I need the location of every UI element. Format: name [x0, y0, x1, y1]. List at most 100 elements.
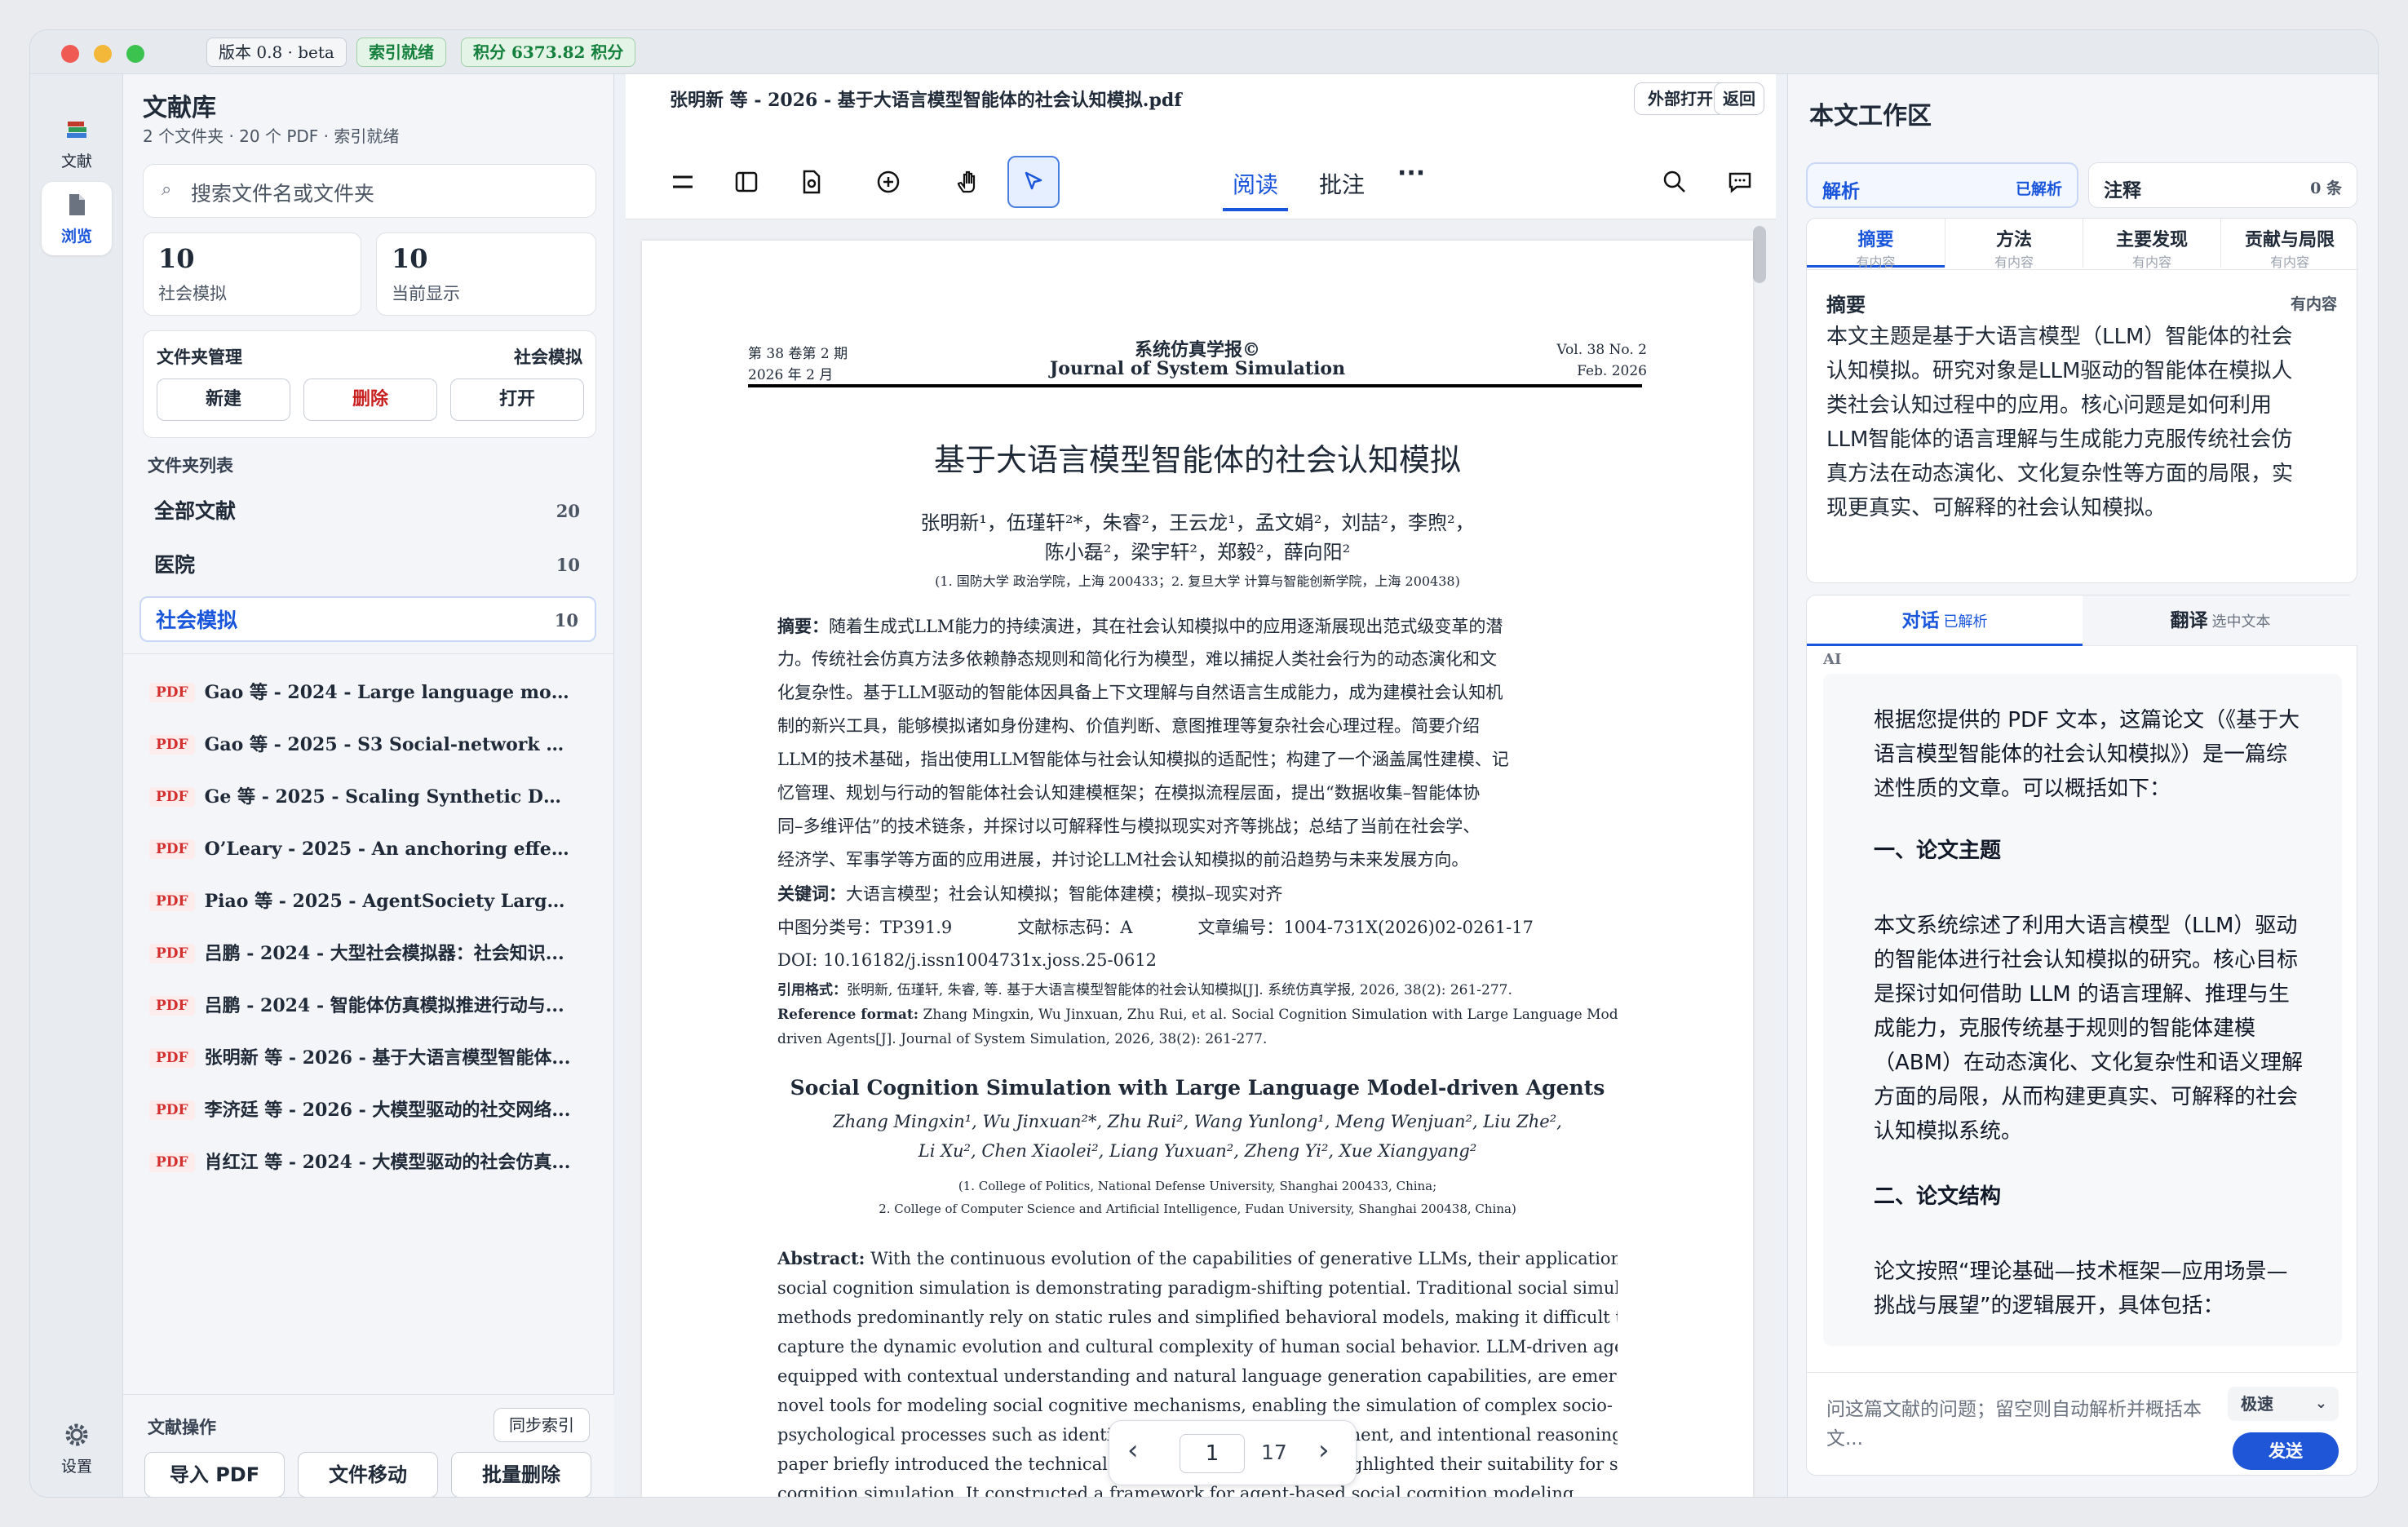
comment-tool[interactable] — [1714, 156, 1766, 208]
file-item[interactable]: PDF Gao 等 - 2024 - Large language models … — [149, 676, 590, 709]
folder-list-title: 文件夹列表 — [148, 456, 233, 476]
file-name: O’Leary - 2025 - An anchoring effect in … — [204, 839, 572, 860]
file-item[interactable]: PDF Piao 等 - 2025 - AgentSociety Large-Sc… — [149, 885, 590, 918]
subtab-label: 方法 — [1995, 230, 2032, 250]
send-button[interactable]: 发送 — [2233, 1432, 2339, 1470]
rail-library[interactable]: 文献 — [42, 107, 112, 180]
search-input[interactable]: 搜索文件名或文件夹 — [191, 178, 374, 207]
add-tool[interactable] — [862, 156, 914, 208]
summary-line: 真方法在动态演化、文化复杂性等方面的局限，实 — [1826, 462, 2294, 486]
tab-chat-label: 对话 — [1901, 610, 1940, 631]
move-file-button[interactable]: 文件移动 — [298, 1452, 438, 1497]
abstract-label: 摘要： — [777, 616, 829, 636]
sync-index-button[interactable]: 同步索引 — [494, 1408, 590, 1442]
subtab-findings[interactable]: 主要发现 有内容 — [2083, 219, 2220, 270]
file-item[interactable]: PDF Ge 等 - 2025 - Scaling Synthetic Data … — [149, 781, 590, 813]
bulk-delete-button[interactable]: 批量删除 — [451, 1452, 591, 1497]
gear-icon — [65, 1423, 88, 1446]
mode-select[interactable]: 极速 ⌄ — [2228, 1387, 2339, 1421]
pdf-tag: PDF — [149, 892, 195, 911]
rail-browse-label: 浏览 — [60, 228, 92, 246]
abstract-cn-line: 力。传统社会仿真方法多依赖静态规则和简化行为模型，难以捕捉人类社会行为的动态演化… — [777, 649, 1497, 669]
pdf-tag: PDF — [149, 839, 195, 859]
pan-tool[interactable] — [942, 156, 994, 208]
summary-status: 有内容 — [2290, 295, 2337, 313]
header-right-2: Feb. 2026 — [1577, 363, 1647, 379]
new-folder-button[interactable]: 新建 — [157, 378, 290, 421]
maximize-window-button[interactable] — [126, 45, 144, 63]
chat-input[interactable]: 问这篇文献的问题；留空则自动解析并概括本文... — [1826, 1395, 2210, 1454]
subtab-summary[interactable]: 摘要 有内容 — [1807, 219, 1945, 270]
folder-name: 社会模拟 — [156, 609, 238, 632]
search-tool[interactable] — [1649, 156, 1701, 208]
viewer-scrollbar[interactable] — [1753, 226, 1766, 283]
rail-settings[interactable]: 设置 — [42, 1412, 112, 1485]
keywords: 大语言模型；社会认知模拟；智能体建模；模拟–现实对齐 — [846, 884, 1283, 904]
file-item[interactable]: PDF Gao 等 - 2025 - S3 Social-network Simu… — [149, 728, 590, 761]
file-item[interactable]: PDF O’Leary - 2025 - An anchoring effect … — [149, 833, 590, 865]
summary-text: 本文主题是基于大语言模型（LLM）智能体的社会 认知模拟。研究对象是LLM驱动的… — [1826, 320, 2293, 525]
file-item[interactable]: PDF 肖红江 等 - 2024 - 大模型驱动的社会仿真... — [149, 1146, 590, 1179]
file-item[interactable]: PDF 李济廷 等 - 2026 - 大模型驱动的社交网络... — [149, 1094, 590, 1126]
affiliation-en-2: 2. College of Computer Science and Artif… — [879, 1202, 1516, 1216]
tab-read[interactable]: 阅读 — [1233, 167, 1278, 200]
authors-en-2: Li Xu², Chen Xiaolei², Liang Yuxuan², Zh… — [918, 1141, 1477, 1161]
doc-settings-tool[interactable] — [786, 156, 838, 208]
page-number-input[interactable]: 1 — [1180, 1434, 1245, 1473]
close-window-button[interactable] — [61, 45, 79, 63]
doc-code: 文献标志码：A — [1017, 918, 1133, 937]
tab-chat[interactable]: 对话 已解析 — [1807, 595, 2083, 646]
pdf-tag: PDF — [149, 735, 195, 755]
stat-label: 社会模拟 — [158, 284, 227, 303]
back-button[interactable]: 返回 — [1714, 82, 1764, 115]
folder-item-hospital[interactable]: 医院 10 — [139, 542, 596, 588]
sidebar-icon — [735, 171, 758, 193]
tab-parse-label: 解析 — [1822, 181, 1860, 202]
folder-count: 20 — [556, 501, 580, 521]
file-name: 吕鹏 - 2024 - 大型社会模拟器：社会知识... — [204, 943, 564, 964]
chat-bubble-icon — [1729, 172, 1751, 193]
file-item[interactable]: PDF 吕鹏 - 2024 - 智能体仿真模拟推进行动与... — [149, 989, 590, 1022]
file-item[interactable]: PDF 张明新 等 - 2026 - 基于大语言模型智能体... — [149, 1042, 590, 1074]
header-right-1: Vol. 38 No. 2 — [1556, 342, 1647, 358]
tab-parse[interactable]: 解析 已解析 — [1806, 162, 2078, 208]
plus-circle-icon — [877, 170, 900, 193]
prev-page-button[interactable]: ‹ — [1127, 1434, 1139, 1467]
workspace-panel: 本文工作区 解析 已解析 注释 0 条 摘要 有内容 方法 有内容 主要发现 有内容 … — [1787, 74, 2378, 1497]
file-name: Gao 等 - 2024 - Large language models e..… — [204, 682, 572, 703]
menu-tool[interactable] — [657, 156, 709, 208]
subtab-label: 贡献与局限 — [2244, 230, 2335, 250]
more-button[interactable]: ··· — [1397, 159, 1425, 188]
folder-item-all[interactable]: 全部文献 20 — [139, 489, 596, 534]
import-pdf-button[interactable]: 导入 PDF — [144, 1452, 285, 1497]
chat-line: 方面的局限，从而构建更真实、可解释的社会 — [1874, 1085, 2299, 1109]
menu-icon — [673, 175, 693, 188]
chat-line: （ABM）在动态演化、文化复杂性和语义理解 — [1874, 1051, 2304, 1075]
rail-browse[interactable]: 浏览 — [42, 182, 112, 255]
workspace-title: 本文工作区 — [1809, 102, 1932, 131]
minimize-window-button[interactable] — [94, 45, 112, 63]
subtab-method[interactable]: 方法 有内容 — [1945, 219, 2083, 270]
file-name: 吕鹏 - 2024 - 智能体仿真模拟推进行动与... — [204, 995, 564, 1016]
tab-annotate[interactable]: 批注 — [1319, 167, 1365, 200]
cite-label: 引用格式： — [777, 982, 847, 998]
abstract-cn-line: 制的新兴工具，能够模拟诸如身份建构、价值判断、意图推理等复杂社会心理过程。简要介… — [777, 716, 1480, 736]
file-item[interactable]: PDF 吕鹏 - 2024 - 大型社会模拟器：社会知识... — [149, 937, 590, 970]
delete-folder-button[interactable]: 删除 — [303, 378, 437, 421]
open-folder-button[interactable]: 打开 — [450, 378, 584, 421]
tab-read-indicator — [1223, 208, 1288, 211]
pdf-tag: PDF — [149, 944, 195, 963]
library-search[interactable]: ⌕ 搜索文件名或文件夹 — [143, 164, 596, 218]
summary-line: 类社会认知过程中的应用。核心问题是如何利用 — [1826, 393, 2273, 418]
sidebar-tool[interactable] — [720, 156, 772, 208]
subtab-contrib[interactable]: 贡献与局限 有内容 — [2220, 219, 2358, 270]
tab-notes[interactable]: 注释 0 条 — [2088, 162, 2357, 208]
index-status-badge: 索引就绪 — [356, 38, 446, 67]
tab-translate[interactable]: 翻译 选中文本 — [2083, 595, 2358, 646]
folder-item-social-sim[interactable]: 社会模拟 10 — [139, 596, 596, 642]
total-pages: 17 — [1261, 1441, 1287, 1464]
next-page-button[interactable]: › — [1318, 1434, 1330, 1467]
open-external-button[interactable]: 外部打开 — [1634, 82, 1727, 115]
select-tool[interactable] — [1007, 156, 1060, 208]
chat-line: 论文按照“理论基础—技术框架—应用场景— — [1874, 1259, 2288, 1284]
